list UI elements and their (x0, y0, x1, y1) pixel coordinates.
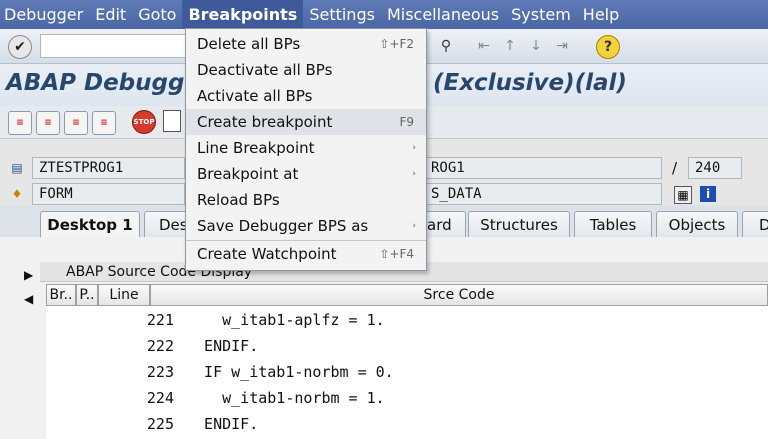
step-into-icon[interactable]: ≡ (8, 111, 32, 135)
event-type-field[interactable]: FORM (32, 183, 185, 205)
shortcut-label: F9 (399, 115, 414, 129)
tab-tables[interactable]: Tables (574, 211, 652, 237)
info-icon[interactable]: i (700, 186, 716, 202)
submenu-arrow-icon: › (412, 143, 416, 153)
menu-item-create-breakpoint[interactable]: Create breakpoint F9 (186, 109, 426, 135)
line-number: 225 (146, 414, 174, 433)
menu-item-create-watchpoint[interactable]: Create Watchpoint ⇧+F4 (186, 241, 426, 267)
expand-left-icon[interactable]: ◀ (24, 292, 33, 306)
event-name-field[interactable]: S_DATA (424, 183, 662, 205)
menu-item-save-debugger-bps[interactable]: Save Debugger BPS as › (186, 213, 426, 239)
menu-help[interactable]: Help (577, 0, 625, 29)
menu-goto[interactable]: Goto (132, 0, 182, 29)
menu-item-reload-bps[interactable]: Reload BPs (186, 187, 426, 213)
command-field[interactable] (40, 34, 188, 58)
menu-item-label: Breakpoint at (197, 165, 299, 183)
code-line: w_itab1-aplfz = 1. (186, 310, 385, 329)
line-number: 224 (146, 388, 174, 407)
code-row[interactable]: 224 w_itab1-norbm = 1. (46, 385, 768, 410)
display-icon[interactable]: ▦ (674, 186, 692, 204)
menu-system[interactable]: System (505, 0, 577, 29)
expand-right-icon[interactable]: ▶ (24, 268, 33, 282)
menu-item-label: Reload BPs (197, 191, 280, 209)
menu-miscellaneous[interactable]: Miscellaneous (381, 0, 505, 29)
line-field[interactable]: 240 (688, 157, 742, 179)
line-number: 222 (146, 336, 174, 355)
menu-item-activate-all-bps[interactable]: Activate all BPs (186, 83, 426, 109)
event-icon: ♦ (11, 187, 23, 201)
menu-item-delete-all-bps[interactable]: Delete all BPs ⇧+F2 (186, 31, 426, 57)
code-line: ENDIF. (186, 414, 259, 433)
return-icon[interactable]: ≡ (64, 111, 88, 135)
column-source-code[interactable]: Srce Code (150, 284, 768, 306)
menu-item-label: Save Debugger BPS as (197, 217, 369, 235)
column-line[interactable]: Line (98, 284, 150, 306)
menu-item-label: Line Breakpoint (197, 139, 315, 157)
find-icon[interactable]: ⚲ (436, 36, 456, 56)
menu-item-deactivate-all-bps[interactable]: Deactivate all BPs (186, 57, 426, 83)
code-row[interactable]: 225 ENDIF. (46, 411, 768, 436)
page-title: ABAP Debugger (6, 70, 212, 96)
first-page-icon[interactable]: ⇤ (474, 36, 494, 56)
menu-item-label: Create Watchpoint (197, 245, 337, 263)
column-breakpoint[interactable]: Br.. (46, 284, 76, 306)
checkmark-icon[interactable]: ✔ (8, 35, 32, 59)
menu-item-breakpoint-at[interactable]: Breakpoint at › (186, 161, 426, 187)
menu-debugger[interactable]: Debugger (0, 0, 89, 29)
program-field-continued[interactable]: ROG1 (424, 157, 662, 179)
stop-icon[interactable]: STOP (132, 110, 156, 134)
code-line: ENDIF. (186, 336, 259, 355)
code-row[interactable]: 221 w_itab1-aplfz = 1. (46, 307, 768, 332)
page-title-suffix: (Exclusive)(lal) (433, 70, 627, 96)
next-page-icon[interactable]: ↓ (526, 36, 546, 56)
menu-item-label: Activate all BPs (197, 87, 313, 105)
menu-bar: Debugger Edit Goto Breakpoints Settings … (0, 0, 768, 29)
tab-objects[interactable]: Objects (656, 211, 738, 237)
menu-settings[interactable]: Settings (303, 0, 381, 29)
tab-detail[interactable]: D (742, 211, 768, 237)
last-page-icon[interactable]: ⇥ (552, 36, 572, 56)
program-field[interactable]: ZTESTPROG1 (32, 157, 185, 179)
column-p[interactable]: P.. (76, 284, 98, 306)
program-icon: ▤ (11, 161, 23, 175)
previous-page-icon[interactable]: ↑ (500, 36, 520, 56)
continue-icon[interactable]: ≡ (92, 111, 116, 135)
tab-desktop-1[interactable]: Desktop 1 (40, 211, 140, 237)
code-line: IF w_itab1-norbm = 0. (186, 362, 394, 381)
tab-structures[interactable]: Structures (468, 211, 570, 237)
breakpoints-menu: Delete all BPs ⇧+F2 Deactivate all BPs A… (185, 28, 427, 271)
menu-breakpoints[interactable]: Breakpoints (182, 0, 304, 29)
submenu-arrow-icon: › (412, 221, 416, 231)
line-separator: / (672, 159, 678, 177)
code-row[interactable]: 222 ENDIF. (46, 333, 768, 358)
document-icon[interactable] (163, 110, 181, 132)
menu-item-label: Create breakpoint (197, 113, 333, 131)
code-line: w_itab1-norbm = 1. (186, 388, 385, 407)
menu-item-line-breakpoint[interactable]: Line Breakpoint › (186, 135, 426, 161)
tab-desktop-2[interactable]: Des (144, 211, 188, 237)
code-row[interactable]: 223 IF w_itab1-norbm = 0. (46, 359, 768, 384)
help-icon[interactable]: ? (596, 35, 620, 59)
execute-icon[interactable]: ≡ (36, 111, 60, 135)
shortcut-label: ⇧+F4 (379, 247, 414, 261)
menu-item-label: Deactivate all BPs (197, 61, 333, 79)
menu-item-label: Delete all BPs (197, 35, 301, 53)
submenu-arrow-icon: › (412, 169, 416, 179)
line-number: 223 (146, 362, 174, 381)
line-number: 221 (146, 310, 174, 329)
shortcut-label: ⇧+F2 (379, 37, 414, 51)
menu-edit[interactable]: Edit (89, 0, 132, 29)
